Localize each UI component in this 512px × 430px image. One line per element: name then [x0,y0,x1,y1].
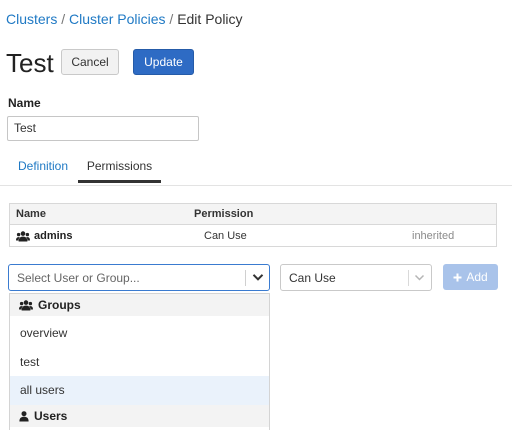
dropdown-group-header-label: Users [34,409,68,423]
user-group-select[interactable]: Select User or Group... [8,264,270,291]
users-icon [19,299,33,311]
dropdown-group-header-users: Users [10,405,269,427]
name-label: Name [8,96,41,110]
select-divider [408,270,409,286]
tab-permissions[interactable]: Permissions [78,150,161,183]
breadcrumb: Clusters / Cluster Policies / Edit Polic… [6,11,243,27]
dropdown-option-highlighted[interactable]: all users [10,376,269,405]
row-name: admins [34,230,73,242]
permission-select-value: Can Use [289,271,336,285]
column-header-name: Name [16,208,46,220]
permissions-table: Name Permission admins Can Use inherited [9,203,497,247]
cancel-button[interactable]: Cancel [61,49,119,75]
dropdown-option[interactable]: overview [10,319,269,348]
breadcrumb-separator: / [165,11,178,27]
dropdown-option[interactable]: test [10,348,269,377]
name-input[interactable]: Test [7,116,199,141]
row-inherited-note: inherited [412,230,455,242]
select-divider [245,270,246,286]
tab-definition[interactable]: Definition [18,159,68,173]
breadcrumb-clusters-link[interactable]: Clusters [6,11,57,27]
table-row: admins Can Use inherited [10,225,496,247]
chevron-down-icon[interactable] [413,271,426,284]
add-button[interactable]: Add [443,264,498,290]
row-permission: Can Use [204,230,247,242]
table-header: Name Permission [10,204,496,225]
user-icon [19,410,29,422]
user-group-dropdown: Groups overview test all users Users [9,293,270,430]
page-title: Test [6,48,54,78]
column-header-permission: Permission [194,208,254,220]
user-group-select-placeholder: Select User or Group... [17,271,140,285]
plus-icon [453,273,462,282]
dropdown-group-header-label: Groups [38,298,81,312]
dropdown-group-header-groups: Groups [10,294,269,316]
chevron-down-icon[interactable] [251,270,265,284]
update-button[interactable]: Update [133,49,194,75]
breadcrumb-cluster-policies-link[interactable]: Cluster Policies [69,11,165,27]
breadcrumb-separator: / [57,11,70,27]
add-button-label: Add [466,270,488,284]
breadcrumb-current: Edit Policy [177,11,243,27]
permission-select[interactable]: Can Use [280,264,432,291]
tab-bar: Definition Permissions [0,150,512,186]
row-name-cell: admins [16,230,73,242]
users-icon [16,230,30,242]
